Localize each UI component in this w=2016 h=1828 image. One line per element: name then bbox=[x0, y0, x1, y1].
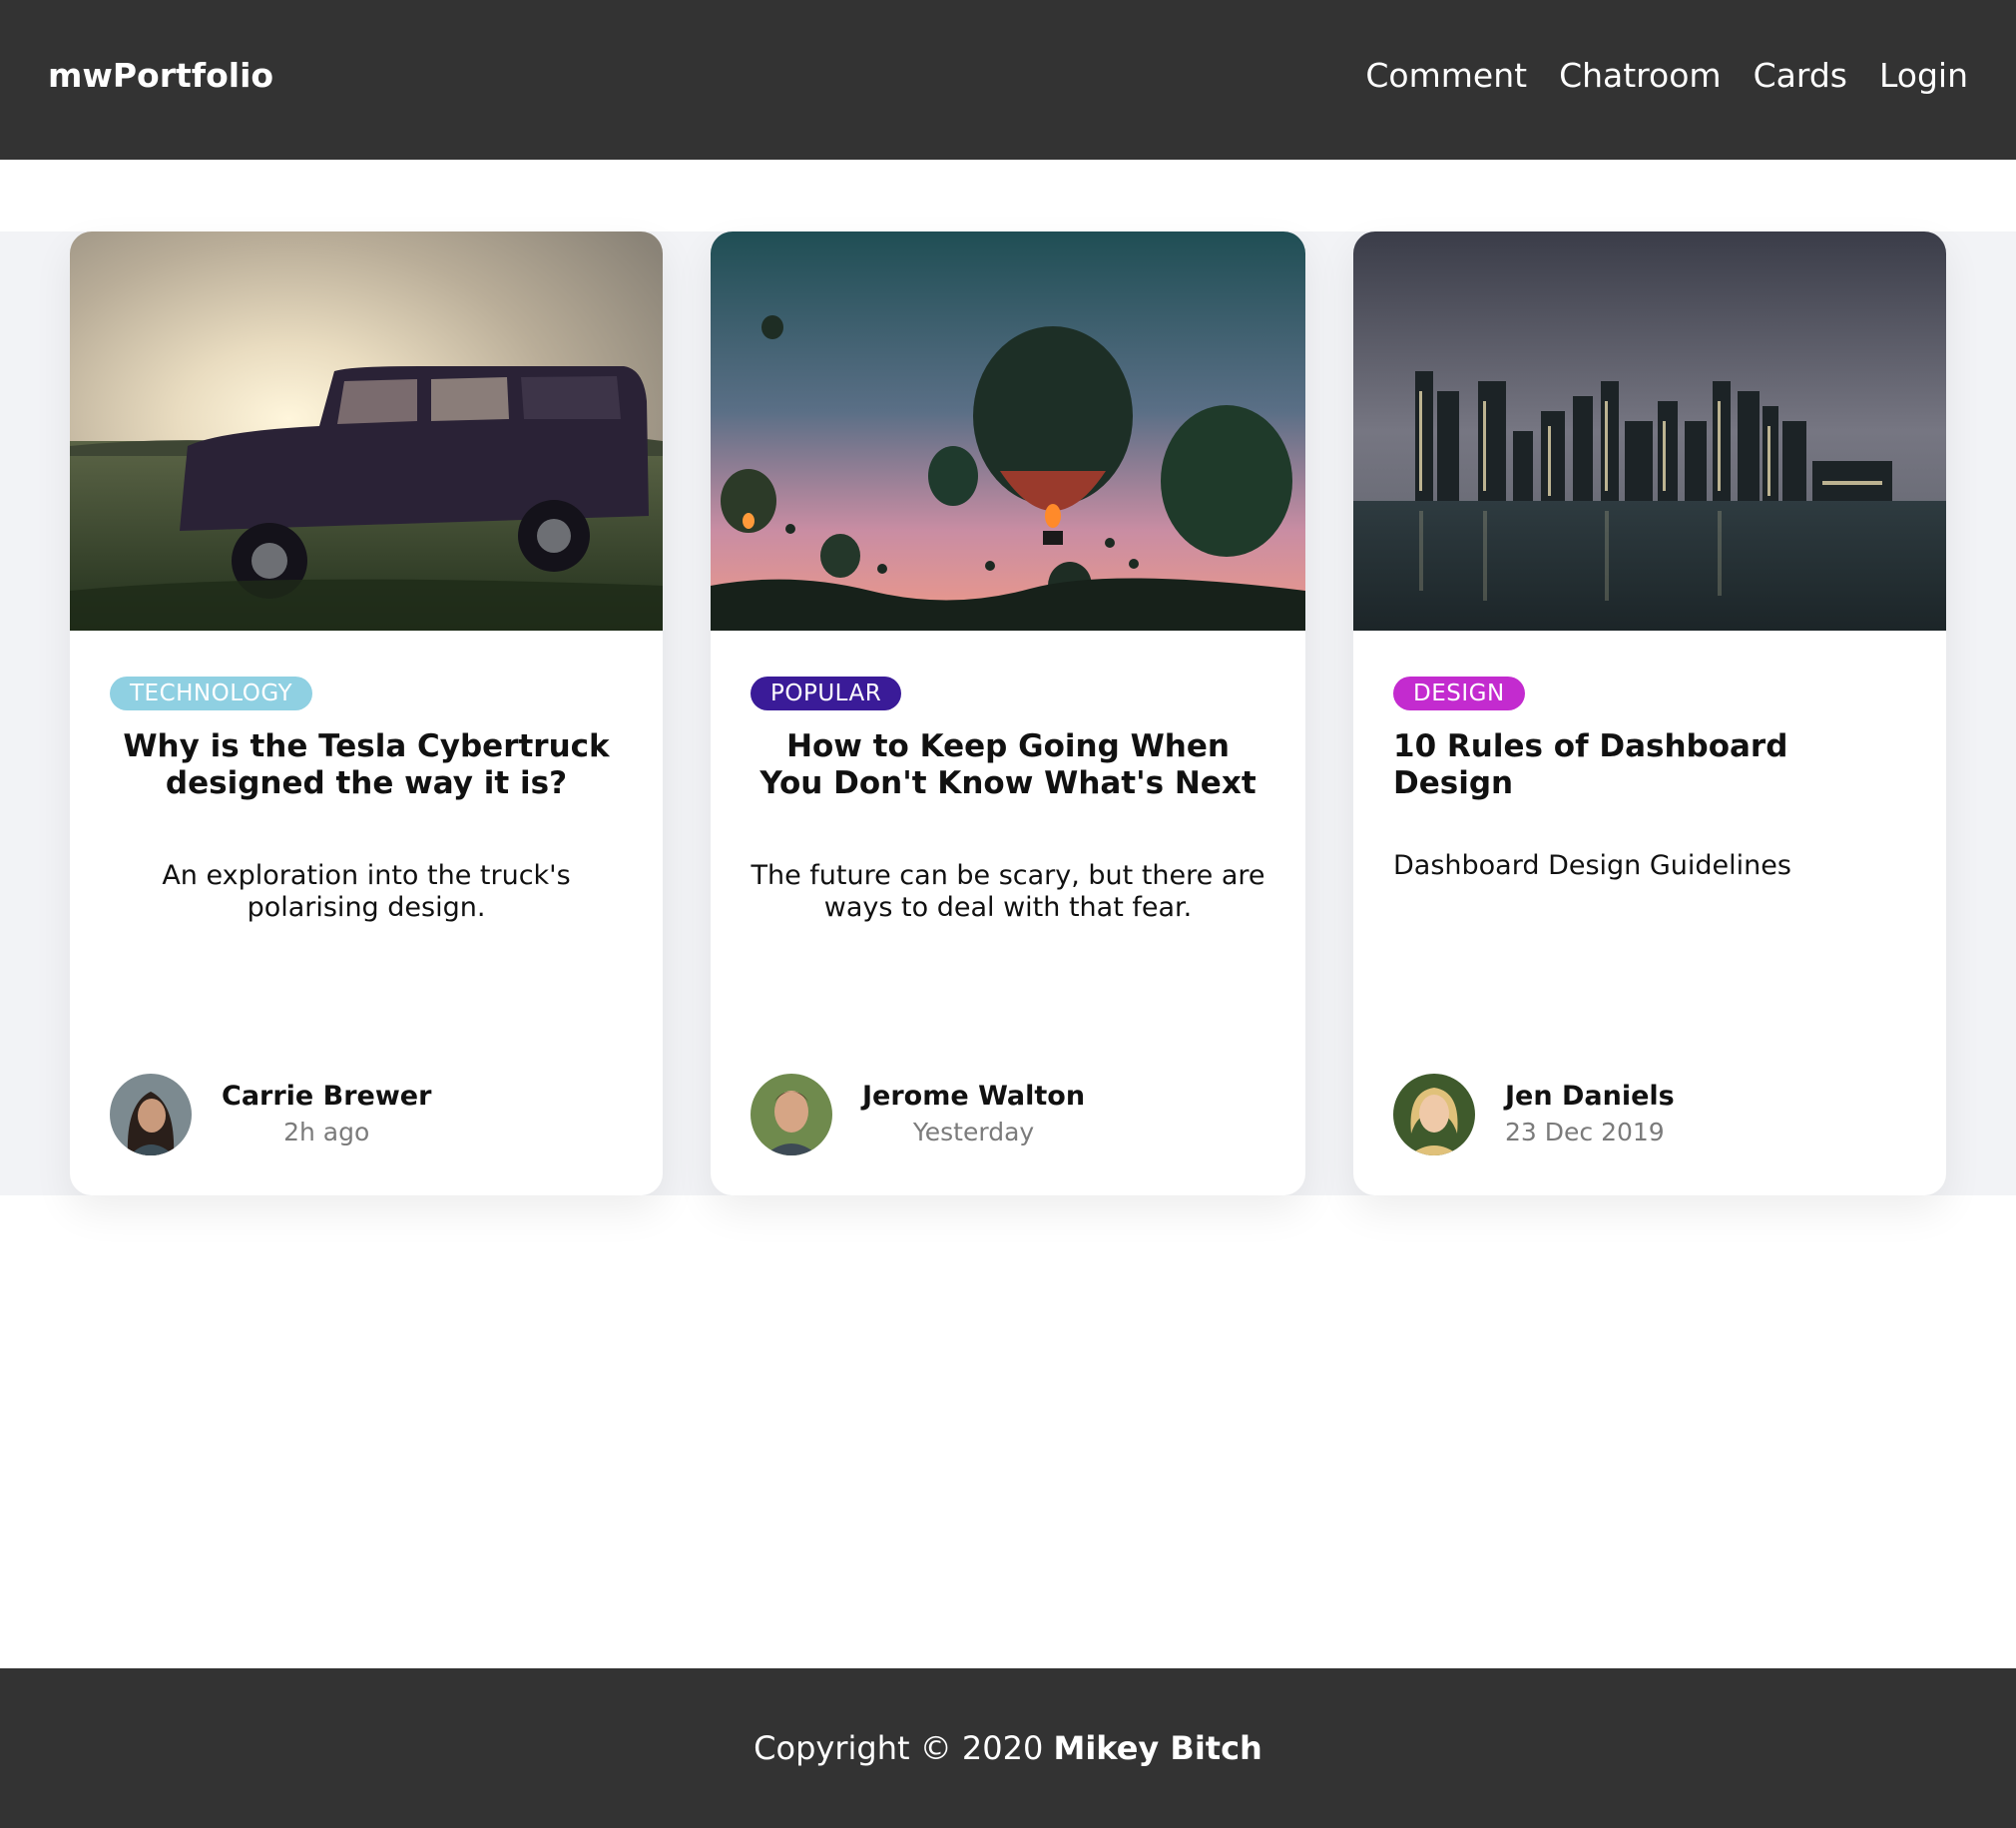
tag-wrapper: TECHNOLOGY bbox=[110, 677, 623, 710]
copyright-text: Copyright © 2020 bbox=[754, 1729, 1044, 1767]
footer: Copyright © 2020 Mikey Bitch bbox=[0, 1668, 2016, 1828]
nav-link-cards[interactable]: Cards bbox=[1754, 56, 1847, 95]
avatar bbox=[110, 1074, 192, 1155]
jeep-at-sunset-image bbox=[70, 231, 663, 631]
footer-author-name: Mikey Bitch bbox=[1053, 1729, 1262, 1767]
card-description: An exploration into the truck's polarisi… bbox=[162, 860, 571, 923]
post-time: 2h ago bbox=[283, 1118, 370, 1146]
nav-link-comment[interactable]: Comment bbox=[1365, 56, 1527, 95]
author-name: Jen Daniels bbox=[1505, 1081, 1675, 1112]
city-skyline-image bbox=[1353, 231, 1946, 631]
card-title[interactable]: How to Keep Going When You Don't Know Wh… bbox=[751, 728, 1265, 802]
avatar bbox=[1393, 1074, 1475, 1155]
card-title[interactable]: 10 Rules of Dashboard Design bbox=[1393, 728, 1906, 802]
article-card[interactable]: POPULAR How to Keep Going When You Don't… bbox=[711, 231, 1305, 1195]
nav-links: Comment Chatroom Cards Login bbox=[1365, 56, 1968, 95]
author-info: Jen Daniels 23 Dec 2019 bbox=[1505, 1079, 1675, 1150]
nav-link-login[interactable]: Login bbox=[1879, 56, 1968, 95]
article-card[interactable]: TECHNOLOGY Why is the Tesla Cybertruck d… bbox=[70, 231, 663, 1195]
article-card[interactable]: DESIGN 10 Rules of Dashboard Design Dash… bbox=[1353, 231, 1946, 1195]
card-author: Jen Daniels 23 Dec 2019 bbox=[1393, 1074, 1675, 1155]
hot-air-balloons-image bbox=[711, 231, 1305, 631]
author-info: Jerome Walton Yesterday bbox=[862, 1079, 1085, 1150]
card-author: Jerome Walton Yesterday bbox=[751, 1074, 1085, 1155]
post-time: Yesterday bbox=[912, 1118, 1035, 1146]
card-title[interactable]: Why is the Tesla Cybertruck designed the… bbox=[110, 728, 623, 802]
avatar bbox=[751, 1074, 832, 1155]
footer-copyright: Copyright © 2020 Mikey Bitch bbox=[754, 1729, 1262, 1767]
author-info: Carrie Brewer 2h ago bbox=[222, 1079, 431, 1150]
nav-link-chatroom[interactable]: Chatroom bbox=[1559, 56, 1722, 95]
category-tag[interactable]: POPULAR bbox=[751, 677, 902, 710]
post-time: 23 Dec 2019 bbox=[1505, 1118, 1665, 1146]
card-body: DESIGN 10 Rules of Dashboard Design Dash… bbox=[1353, 631, 1946, 1195]
navbar: mwPortfolio Comment Chatroom Cards Login bbox=[0, 0, 2016, 160]
brand-logo-link[interactable]: mwPortfolio bbox=[48, 56, 273, 95]
card-description: The future can be scary, but there are w… bbox=[751, 860, 1265, 923]
category-tag[interactable]: DESIGN bbox=[1393, 677, 1525, 710]
card-body: TECHNOLOGY Why is the Tesla Cybertruck d… bbox=[70, 631, 663, 1195]
card-description: Dashboard Design Guidelines bbox=[1393, 850, 1791, 881]
author-name: Carrie Brewer bbox=[222, 1081, 432, 1112]
tag-wrapper: POPULAR bbox=[751, 677, 1265, 710]
category-tag[interactable]: TECHNOLOGY bbox=[110, 677, 313, 710]
card-author: Carrie Brewer 2h ago bbox=[110, 1074, 431, 1155]
card-body: POPULAR How to Keep Going When You Don't… bbox=[711, 631, 1305, 1195]
author-name: Jerome Walton bbox=[862, 1081, 1086, 1112]
